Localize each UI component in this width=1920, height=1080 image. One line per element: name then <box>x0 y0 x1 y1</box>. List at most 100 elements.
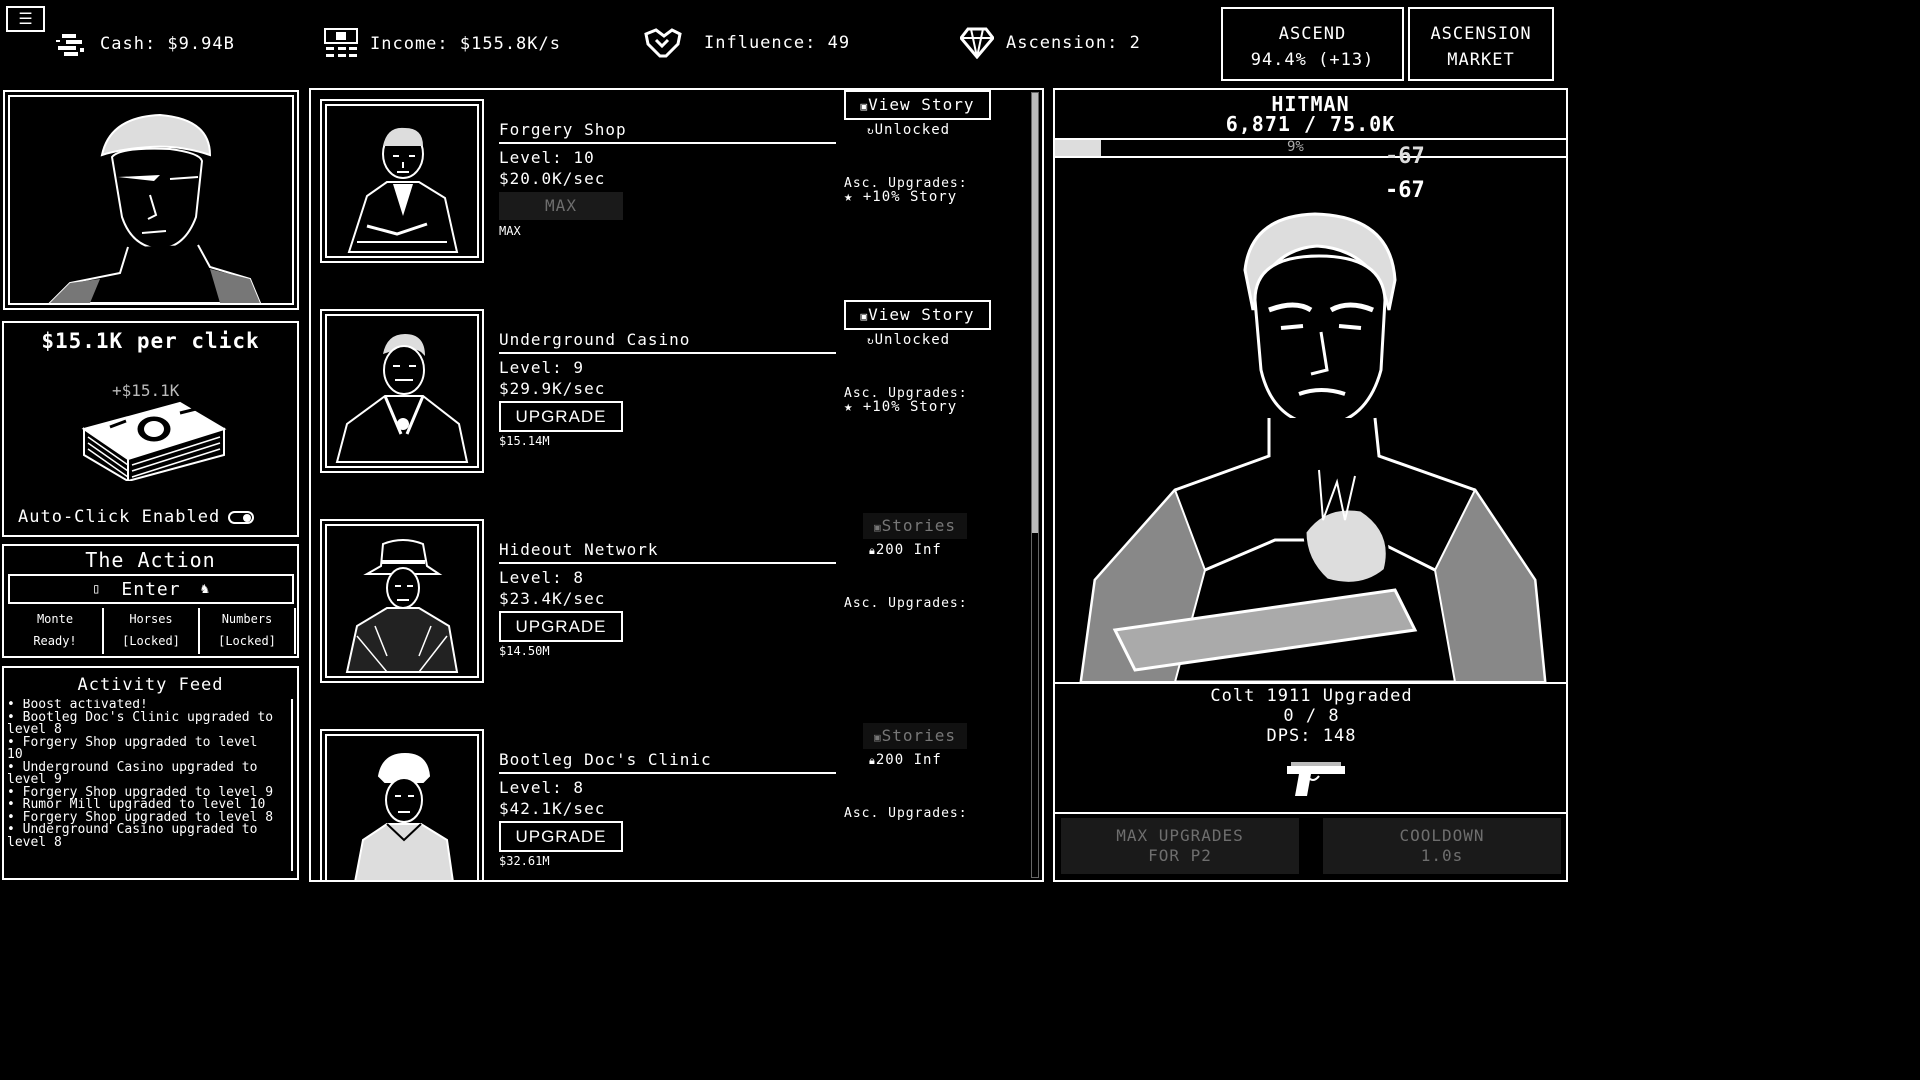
ascend-button[interactable]: ASCEND 94.4% (+13) <box>1221 7 1404 81</box>
business-rate: $20.0K/sec <box>499 169 606 188</box>
business-name: Hideout Network <box>499 540 659 559</box>
max-upgrades-line-1: MAX UPGRADES <box>1116 826 1244 845</box>
nurse-portrait <box>354 752 454 880</box>
pistol-icon[interactable] <box>1285 760 1347 802</box>
ascension-market-button[interactable]: ASCENSION MARKET <box>1408 7 1554 81</box>
market-line-2: MARKET <box>1447 50 1515 70</box>
business-portrait-frame <box>320 729 484 880</box>
view-story-button[interactable]: ▣View Story <box>844 300 991 330</box>
max-button[interactable]: MAX <box>499 192 623 220</box>
hp-bar-fill <box>1055 140 1102 156</box>
cooldown-line-2: 1.0s <box>1420 846 1464 865</box>
business-card: Underground Casino Level: 9 $29.9K/sec U… <box>311 300 1031 510</box>
enemy-name: HITMAN <box>1271 92 1350 116</box>
game-name: Monte <box>36 612 74 626</box>
business-portrait-frame <box>320 99 484 263</box>
stories-label: Stories <box>881 516 957 535</box>
cash-label: Cash: $9.94B <box>100 34 235 54</box>
auto-click-row: Auto-Click Enabled <box>18 507 255 527</box>
book-icon: ▣ <box>860 310 869 323</box>
enemy-panel: HITMAN 6,871 / 75.0K 9% -67 -67 Colt 191… <box>1053 88 1568 882</box>
business-level: Level: 9 <box>499 358 585 377</box>
game-status: Ready! <box>33 634 77 648</box>
menu-button[interactable]: ☰ <box>6 6 45 32</box>
hitman-target[interactable] <box>1055 160 1566 684</box>
money-stack-button[interactable] <box>80 389 228 483</box>
game-name: Horses <box>129 612 173 626</box>
business-name: Underground Casino <box>499 330 691 349</box>
max-upgrades-button[interactable]: MAX UPGRADES FOR P2 <box>1061 818 1299 874</box>
enter-button[interactable]: ▯ Enter ♞ <box>8 574 294 604</box>
upgrade-button[interactable]: UPGRADE <box>499 401 623 432</box>
upgrade-button[interactable]: UPGRADE <box>499 611 623 642</box>
weapon-name: Colt 1911 Upgraded <box>1210 686 1413 706</box>
story-status-label: Unlocked <box>874 122 951 138</box>
enter-label: Enter <box>121 578 181 600</box>
game-status: [Locked] <box>218 634 276 648</box>
game-name: Numbers <box>221 612 273 626</box>
player-portrait-frame <box>3 90 299 310</box>
business-level: Level: 10 <box>499 148 595 167</box>
stories-locked-button[interactable]: ▣Stories <box>863 513 967 539</box>
auto-click-toggle[interactable] <box>228 510 255 524</box>
story-status: 🔒︎200 Inf <box>869 542 942 558</box>
feed-list[interactable]: • Boost activated! • Bootleg Doc's Clini… <box>4 699 293 871</box>
game-horses[interactable]: Horses [Locked] <box>104 608 200 654</box>
income-display: Income: $155.8K/s <box>324 28 561 60</box>
player-portrait <box>47 113 262 304</box>
game-numbers[interactable]: Numbers [Locked] <box>200 608 296 654</box>
money-stack-icon <box>81 401 227 483</box>
feed-item: • Underground Casino upgraded to level 8 <box>7 822 258 850</box>
feed-title: Activity Feed <box>77 675 224 695</box>
feed-item: • Underground Casino upgraded to level 9 <box>7 759 258 787</box>
game-monte[interactable]: Monte Ready! <box>8 608 104 654</box>
casino-owner-portrait <box>335 334 469 463</box>
influence-label: Influence: 49 <box>704 33 851 53</box>
hamburger-icon: ☰ <box>18 9 33 28</box>
click-panel: $15.1K per click +$15.1K Auto-Click Enab… <box>2 321 299 537</box>
enemy-hp-text: 6,871 / 75.0K <box>1225 112 1396 136</box>
games-row: Monte Ready! Horses [Locked] Numbers [Lo… <box>8 608 296 654</box>
story-status-label: 200 Inf <box>875 752 942 768</box>
forger-portrait <box>347 127 459 253</box>
business-divider <box>499 352 836 354</box>
business-list-scrollbar[interactable] <box>1031 92 1039 878</box>
game-status: [Locked] <box>122 634 180 648</box>
book-icon: ▣ <box>860 100 869 113</box>
business-card: Hideout Network Level: 8 $23.4K/sec UPGR… <box>311 510 1031 720</box>
income-ledger-icon <box>324 28 358 57</box>
business-card: Forgery Shop Level: 10 $20.0K/sec MAX MA… <box>311 90 1031 300</box>
activity-feed-panel: Activity Feed • Boost activated! • Bootl… <box>2 666 299 880</box>
lock-icon: 🔒︎ <box>869 544 876 557</box>
diamond-icon <box>960 27 994 59</box>
upgrade-button[interactable]: UPGRADE <box>499 821 623 852</box>
business-level: Level: 8 <box>499 778 585 797</box>
max-upgrades-line-2: FOR P2 <box>1148 846 1212 865</box>
toggle-knob <box>243 513 252 522</box>
cash-stack-icon <box>56 34 84 56</box>
upgrade-cost: $32.61M <box>499 854 550 868</box>
cooldown-button[interactable]: COOLDOWN 1.0s <box>1323 818 1561 874</box>
action-panel: The Action ▯ Enter ♞ Monte Ready! Horses… <box>2 544 299 658</box>
dps-value: DPS: 148 <box>1266 726 1357 746</box>
handshake-icon <box>644 28 682 58</box>
business-card: Bootleg Doc's Clinic Level: 8 $42.1K/sec… <box>311 720 1031 880</box>
cooldown-line-1: COOLDOWN <box>1399 826 1485 845</box>
weapon-section: Colt 1911 Upgraded 0 / 8 DPS: 148 <box>1055 682 1566 814</box>
ascend-title: ASCEND <box>1278 24 1347 44</box>
cash-display: Cash: $9.94B <box>56 30 235 58</box>
feed-item: • Bootleg Doc's Clinic upgraded to level… <box>7 709 274 737</box>
business-rate: $42.1K/sec <box>499 799 606 818</box>
stories-locked-button[interactable]: ▣Stories <box>863 723 967 749</box>
story-status-label: Unlocked <box>874 332 951 348</box>
dice-icon: ▯ <box>91 581 102 597</box>
ascension-label: Ascension: 2 <box>1006 33 1141 53</box>
view-story-button[interactable]: ▣View Story <box>844 90 991 120</box>
asc-upgrades-value: ★ +10% Story <box>844 189 958 205</box>
auto-click-label: Auto-Click Enabled <box>18 507 221 527</box>
book-icon: ▣ <box>873 521 882 534</box>
scrollbar-thumb[interactable] <box>1032 93 1038 533</box>
business-list: Forgery Shop Level: 10 $20.0K/sec MAX MA… <box>309 88 1044 882</box>
ascension-display: Ascension: 2 <box>960 27 1141 59</box>
per-click-value: $15.1K per click <box>41 329 260 353</box>
